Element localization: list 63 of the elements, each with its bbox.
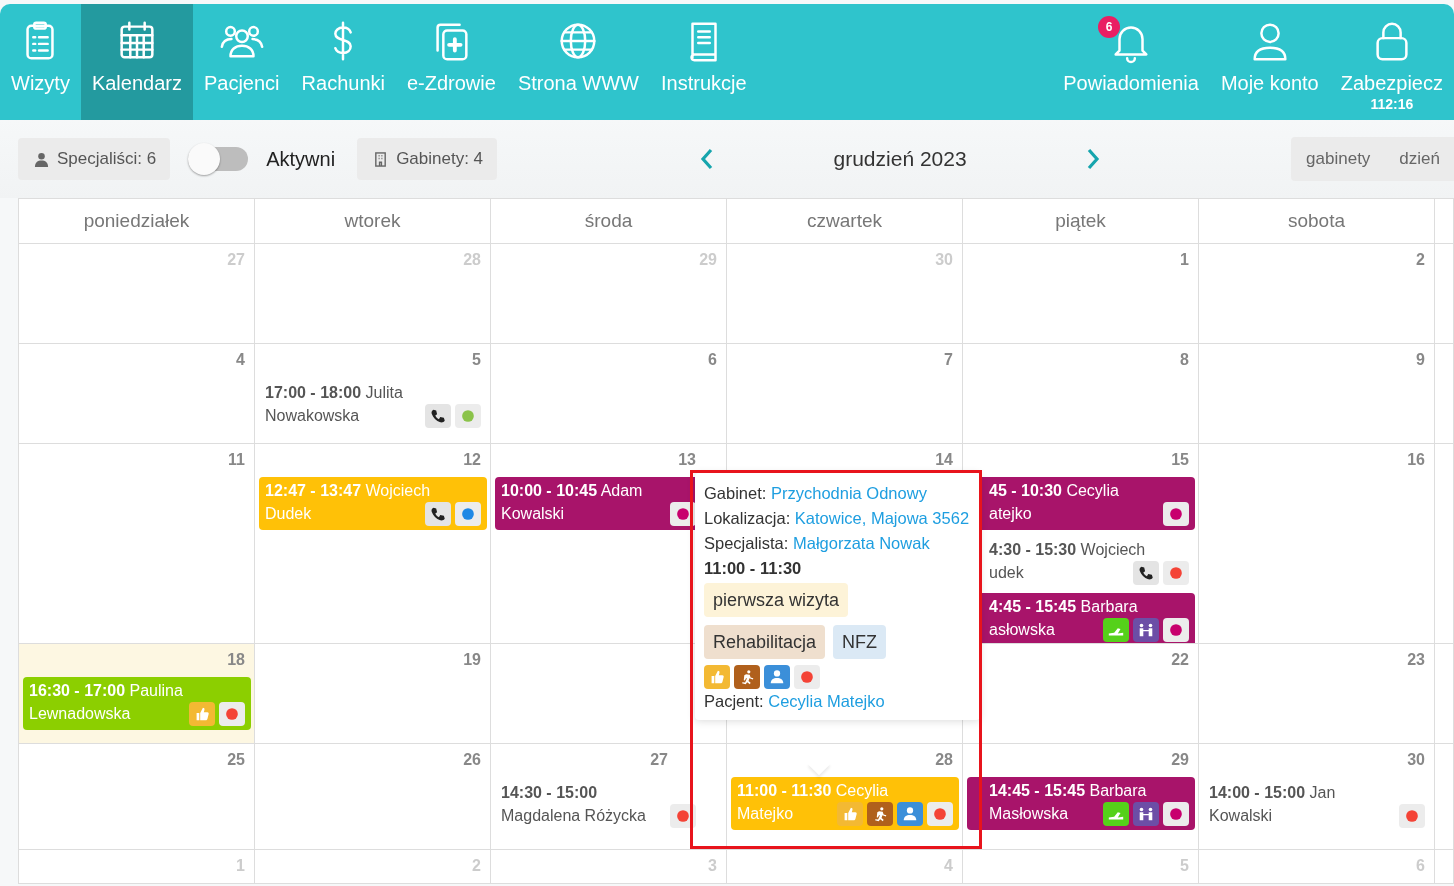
month-title: grudzień 2023 [832,147,968,171]
tooltip-field: Pacjent: Cecylia Matejko [704,689,976,714]
weekday-header: wtorek [344,210,401,232]
weekday-header: sobota [1287,210,1345,232]
weekday-header: czwartek [807,210,882,232]
people-icon [1133,618,1159,642]
day-number: 12 [463,451,481,470]
runner-icon [734,665,760,689]
day-number: 9 [1416,351,1425,370]
day-number: 29 [1171,751,1189,770]
day-number: 22 [1171,651,1189,670]
specialists-button[interactable]: Specjaliści: 6 [18,138,171,180]
people-icon [1133,802,1159,826]
runner-icon [867,802,893,826]
tag: NFZ [833,625,887,659]
appointment-time: 11:00 - 11:30 [704,558,803,579]
session-timer: 112:16 [1370,96,1414,112]
notification-badge: 6 [1098,16,1121,38]
day-number: 15 [1171,451,1189,470]
person-icon [897,802,923,826]
weekday-header: poniedziałek [83,210,190,232]
appointment-block[interactable]: 14:45 - 15:45 Barbara Masłowska [967,777,1195,830]
toggle-label: Aktywni [266,147,336,171]
day-number: 11 [228,451,245,470]
tag: Rehabilitacja [704,625,826,659]
weekday-header: piątek [1055,210,1106,232]
day-number: 6 [708,351,717,370]
day-number: 5 [472,351,481,370]
day-number: 4 [236,351,245,370]
rooms-button[interactable]: Gabinety: 4 [357,138,498,180]
day-number: 19 [463,651,481,670]
day-number: 13 [678,451,696,470]
day-number: 26 [463,751,481,770]
phone-icon [425,404,451,428]
day-number: 25 [227,751,245,770]
person-icon [764,665,790,689]
view-button[interactable]: gabinety [1291,137,1385,181]
phone-icon [1133,561,1159,585]
building-icon [373,151,389,167]
day-number: 14 [935,451,953,470]
view-button[interactable]: dzień [1384,137,1454,181]
day-number: 23 [1407,651,1425,670]
day-number: 2 [1416,251,1425,270]
day-number: 18 [227,651,245,670]
appointment-entry[interactable]: 14:00 - 15:00 Jan Kowalski [1203,777,1431,832]
day-number: 27 [650,751,668,770]
next-month-button[interactable] [1085,147,1102,171]
day-number: 8 [1180,351,1189,370]
day-number: 30 [1407,751,1425,770]
day-number: 28 [935,751,953,770]
day-number: 16 [1407,451,1425,470]
thumbs-up-icon [704,665,730,689]
tag: pierwsza wizyta [704,583,849,617]
appointment-entry[interactable]: 17:00 - 18:00 Julita Nowakowska [259,377,487,432]
nav-tab[interactable]: Kalendarz [80,4,193,120]
phone-icon [425,502,451,526]
day-number: 7 [944,351,953,370]
thumbs-up-icon [189,702,215,726]
nav-tab[interactable]: 6 Powiadomienia [1052,4,1210,120]
weekday-header: środa [584,210,633,232]
day-number: 1 [1180,251,1189,270]
appointment-entry[interactable]: 14:30 - 15:00 Magdalena Różycka [495,777,702,832]
thumbs-up-icon [837,802,863,826]
